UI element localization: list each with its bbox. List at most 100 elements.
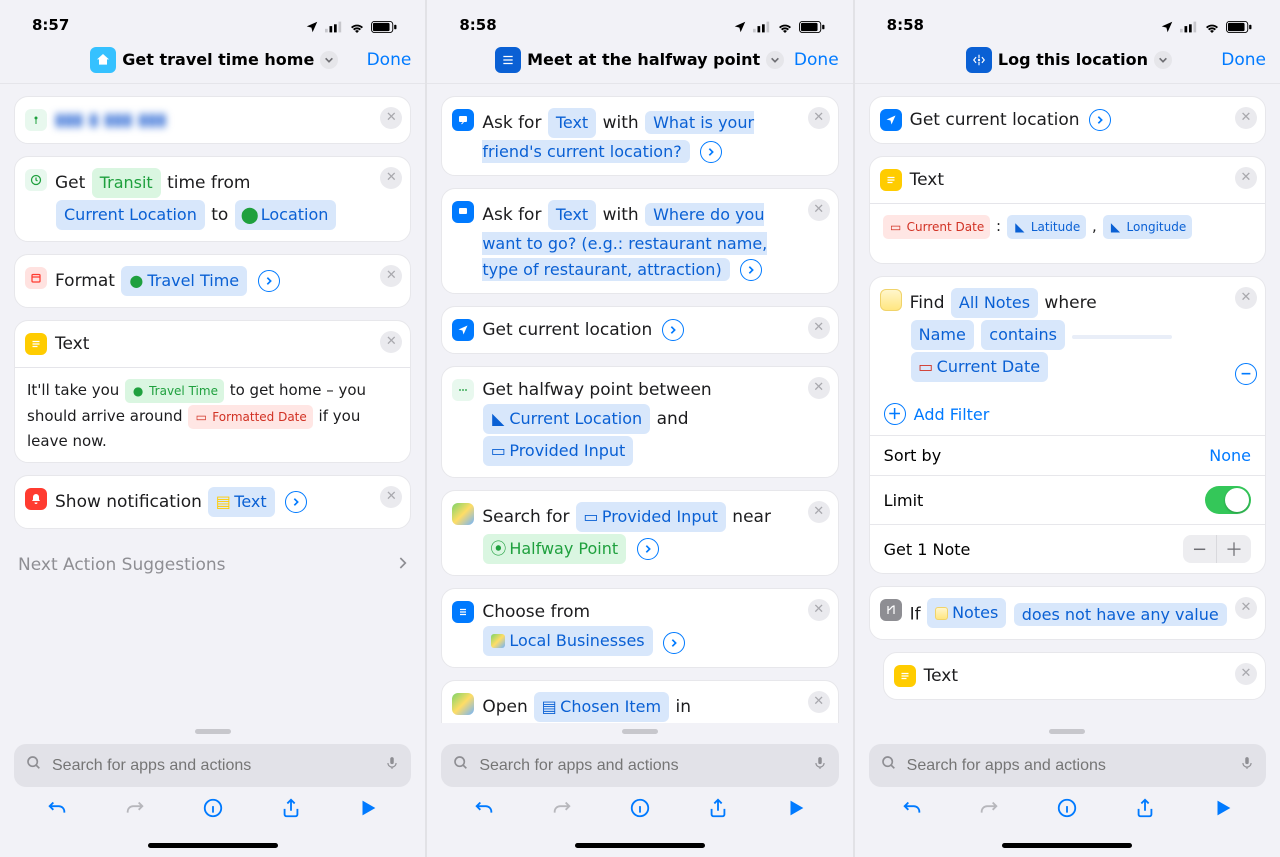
title-dropdown[interactable] [1154,51,1172,69]
action-open-in-maps[interactable]: Open ▤Chosen Item in ✕ [441,680,838,723]
close-icon[interactable]: ✕ [1235,663,1257,685]
formatted-date-token[interactable]: ▭Formatted Date [188,405,313,429]
sort-by-row[interactable]: Sort by None [869,436,1266,476]
close-icon[interactable]: ✕ [1235,167,1257,189]
mic-icon[interactable] [1240,754,1254,777]
current-date-chip[interactable]: ▭Current Date [911,352,1048,382]
redo-button[interactable] [124,797,146,823]
done-button[interactable]: Done [794,50,839,70]
action-text[interactable]: Text ✕ ▭Current Date : ◣Latitude , ◣Long… [869,156,1266,264]
expand-icon[interactable] [637,538,659,560]
close-icon[interactable]: ✕ [1235,287,1257,309]
info-button[interactable] [629,797,651,823]
search-input[interactable] [477,756,804,776]
mic-icon[interactable] [385,754,399,777]
share-button[interactable] [707,797,729,823]
close-icon[interactable]: ✕ [808,377,830,399]
expand-icon[interactable] [285,491,307,513]
close-icon[interactable]: ✕ [380,331,402,353]
title-dropdown[interactable] [320,51,338,69]
close-icon[interactable]: ✕ [380,486,402,508]
action-ask-friend-location[interactable]: Ask for Text with What is your friend's … [441,96,838,176]
undo-button[interactable] [473,797,495,823]
close-icon[interactable]: ✕ [808,599,830,621]
location-chip[interactable]: ⬤Location [235,200,337,230]
shortcut-title[interactable]: Get travel time home [122,50,314,69]
expand-icon[interactable] [662,319,684,341]
travel-time-token[interactable]: ●Travel Time [125,379,224,403]
sort-value[interactable]: None [1209,446,1251,465]
undo-button[interactable] [46,797,68,823]
current-location-chip[interactable]: Current Location [56,200,205,230]
close-icon[interactable]: ✕ [808,317,830,339]
action-choose-from-list[interactable]: Choose from Local Businesses ✕ [441,588,838,668]
grabber[interactable] [427,723,852,736]
close-icon[interactable]: ✕ [808,501,830,523]
expand-icon[interactable] [663,632,685,654]
action-format[interactable]: Format ●Travel Time ✕ [14,254,411,308]
contains-op-chip[interactable]: contains [981,320,1065,350]
next-action-suggestions[interactable]: Next Action Suggestions [14,541,411,589]
close-icon[interactable]: ✕ [1235,107,1257,129]
provided-input-chip[interactable]: ▭Provided Input [483,436,633,466]
value-chip-empty[interactable] [1072,335,1172,339]
text-type-chip[interactable]: Text [548,200,596,230]
action-get-current-location[interactable]: Get current location ✕ [869,96,1266,144]
text-body[interactable]: ▭Current Date : ◣Latitude , ◣Longitude [870,203,1265,263]
action-get-travel-time[interactable]: Get Transit time from Current Location t… [14,156,411,242]
travel-time-chip[interactable]: ●Travel Time [121,266,247,296]
close-icon[interactable]: ✕ [808,107,830,129]
grabber[interactable] [0,723,425,736]
info-button[interactable] [202,797,224,823]
expand-icon[interactable] [740,259,762,281]
undo-button[interactable] [901,797,923,823]
chosen-item-chip[interactable]: ▤Chosen Item [534,692,669,722]
search-bar[interactable] [869,744,1266,787]
title-dropdown[interactable] [766,51,784,69]
search-bar[interactable] [441,744,838,787]
share-button[interactable] [1134,797,1156,823]
play-button[interactable] [1212,797,1234,823]
search-input[interactable] [50,756,377,776]
action-show-notification[interactable]: Show notification ▤Text ✕ [14,475,411,529]
redo-button[interactable] [978,797,1000,823]
text-type-chip[interactable]: Text [548,108,596,138]
text-body[interactable]: It'll take you ●Travel Time to get home … [15,367,410,462]
halfway-point-chip[interactable]: ⦿Halfway Point [483,534,626,564]
action-ask-destination[interactable]: Ask for Text with Where do you want to g… [441,188,838,294]
grabber[interactable] [855,723,1280,736]
local-businesses-chip[interactable]: Local Businesses [483,626,652,656]
close-icon[interactable]: ✕ [1235,597,1257,619]
remove-filter-button[interactable]: − [1235,363,1257,385]
done-button[interactable]: Done [367,50,412,70]
limit-toggle[interactable] [1205,486,1251,514]
condition-chip[interactable]: does not have any value [1014,603,1227,626]
close-icon[interactable]: ✕ [808,691,830,713]
action-location-blurred[interactable]: ▮▮▮ ▮ ▮▮▮ ▮▮▮ ✕ [14,96,411,144]
action-text[interactable]: Text ✕ It'll take you ●Travel Time to ge… [14,320,411,463]
close-icon[interactable]: ✕ [808,199,830,221]
info-button[interactable] [1056,797,1078,823]
expand-icon[interactable] [700,141,722,163]
action-if[interactable]: If Notes does not have any value ✕ [869,586,1266,640]
provided-input-chip[interactable]: ▭Provided Input [576,502,726,532]
all-notes-chip[interactable]: All Notes [951,288,1038,318]
current-date-token[interactable]: ▭Current Date [883,215,991,239]
shortcut-title[interactable]: Log this location [998,50,1148,69]
current-location-chip[interactable]: ◣Current Location [483,404,650,434]
share-button[interactable] [280,797,302,823]
transit-chip[interactable]: Transit [92,168,161,198]
action-text-inner[interactable]: Text ✕ [883,652,1266,700]
search-input[interactable] [905,756,1232,776]
notes-chip[interactable]: Notes [927,598,1006,628]
shortcut-title[interactable]: Meet at the halfway point [527,50,760,69]
action-search-maps[interactable]: Search for ▭Provided Input near ⦿Halfway… [441,490,838,576]
stepper-plus[interactable]: ＋ [1217,535,1251,563]
close-icon[interactable]: ✕ [380,107,402,129]
close-icon[interactable]: ✕ [380,265,402,287]
note-count-stepper[interactable]: −＋ [1183,535,1251,563]
latitude-token[interactable]: ◣Latitude [1007,215,1086,239]
mic-icon[interactable] [813,754,827,777]
redo-button[interactable] [551,797,573,823]
expand-icon[interactable] [1089,109,1111,131]
